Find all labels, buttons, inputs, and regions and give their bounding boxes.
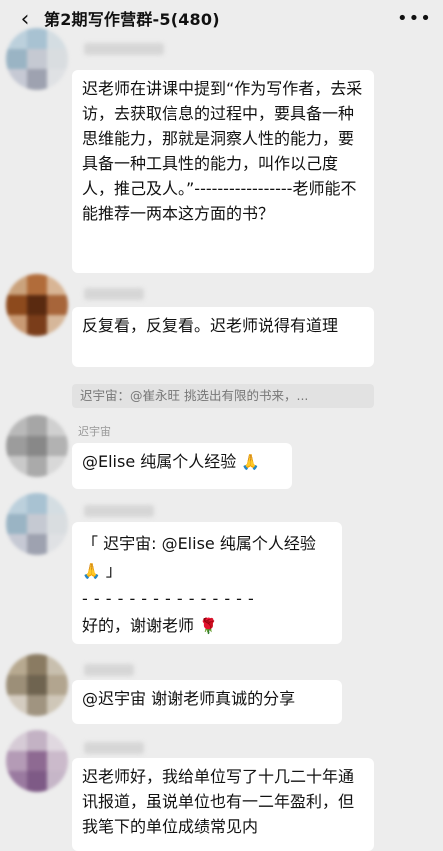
message-text: 反复看，反复看。迟老师说得有道理 xyxy=(82,316,339,335)
message-bubble[interactable]: 「 迟宇宙: @Elise 纯属个人经验 🙏 」 - - - - - - - -… xyxy=(72,522,342,644)
quote-close: 」 xyxy=(105,561,122,580)
chat-title: 第2期写作营群-5(480) xyxy=(44,10,220,29)
reply-line: 好的，谢谢老师 🌹 xyxy=(82,612,332,640)
sender-name-blurred xyxy=(84,43,164,55)
chat-header: ‹ 第2期写作营群-5(480) ••• xyxy=(0,0,443,40)
quote-line: 🙏 」 xyxy=(82,557,332,585)
more-options-icon[interactable]: ••• xyxy=(397,8,431,30)
quote-text: 迟宇宙：@崔永旺 挑选出有限的书来，... xyxy=(80,388,309,403)
message-bubble[interactable]: 反复看，反复看。迟老师说得有道理 xyxy=(72,307,374,367)
quote-line: 「 迟宇宙: @Elise 纯属个人经验 xyxy=(82,530,332,557)
sender-name-blurred xyxy=(84,505,154,517)
folded-hands-icon: 🙏 xyxy=(241,453,261,471)
avatar[interactable] xyxy=(6,274,68,336)
message-text: @迟宇宙 谢谢老师真诚的分享 xyxy=(82,689,296,708)
sender-name-blurred xyxy=(84,742,144,754)
avatar[interactable] xyxy=(6,415,68,477)
message-bubble[interactable]: 迟老师好，我给单位写了十几二十年通讯报道，虽说单位也有一二年盈利，但我笔下的单位… xyxy=(72,758,374,851)
message-divider: ----------------- xyxy=(194,179,293,198)
rose-icon: 🌹 xyxy=(199,617,218,635)
avatar[interactable] xyxy=(6,493,68,555)
message-text: 好的，谢谢老师 xyxy=(82,616,195,635)
avatar[interactable] xyxy=(6,654,68,716)
sender-name-blurred xyxy=(84,288,144,300)
message-bubble[interactable]: @迟宇宙 谢谢老师真诚的分享 xyxy=(72,680,342,724)
message-text: 迟老师好，我给单位写了十几二十年通讯报道，虽说单位也有一二年盈利，但我笔下的单位… xyxy=(82,767,355,836)
sender-name: 迟宇宙 xyxy=(78,425,111,438)
message-text: @Elise 纯属个人经验 xyxy=(82,452,237,471)
message-divider: - - - - - - - - - - - - - - - xyxy=(82,589,255,608)
folded-hands-icon: 🙏 xyxy=(82,562,101,580)
quoted-reference[interactable]: 迟宇宙：@崔永旺 挑选出有限的书来，... xyxy=(72,384,374,408)
avatar[interactable] xyxy=(6,28,68,90)
message-bubble[interactable]: 迟老师在讲课中提到“作为写作者，去采访，去获取信息的过程中，要具备一种思维能力，… xyxy=(72,70,374,273)
quote-text: 「 迟宇宙: @Elise 纯属个人经验 xyxy=(82,534,316,553)
message-bubble[interactable]: @Elise 纯属个人经验 🙏 xyxy=(72,443,292,489)
sender-name-blurred xyxy=(84,664,134,676)
avatar[interactable] xyxy=(6,730,68,792)
